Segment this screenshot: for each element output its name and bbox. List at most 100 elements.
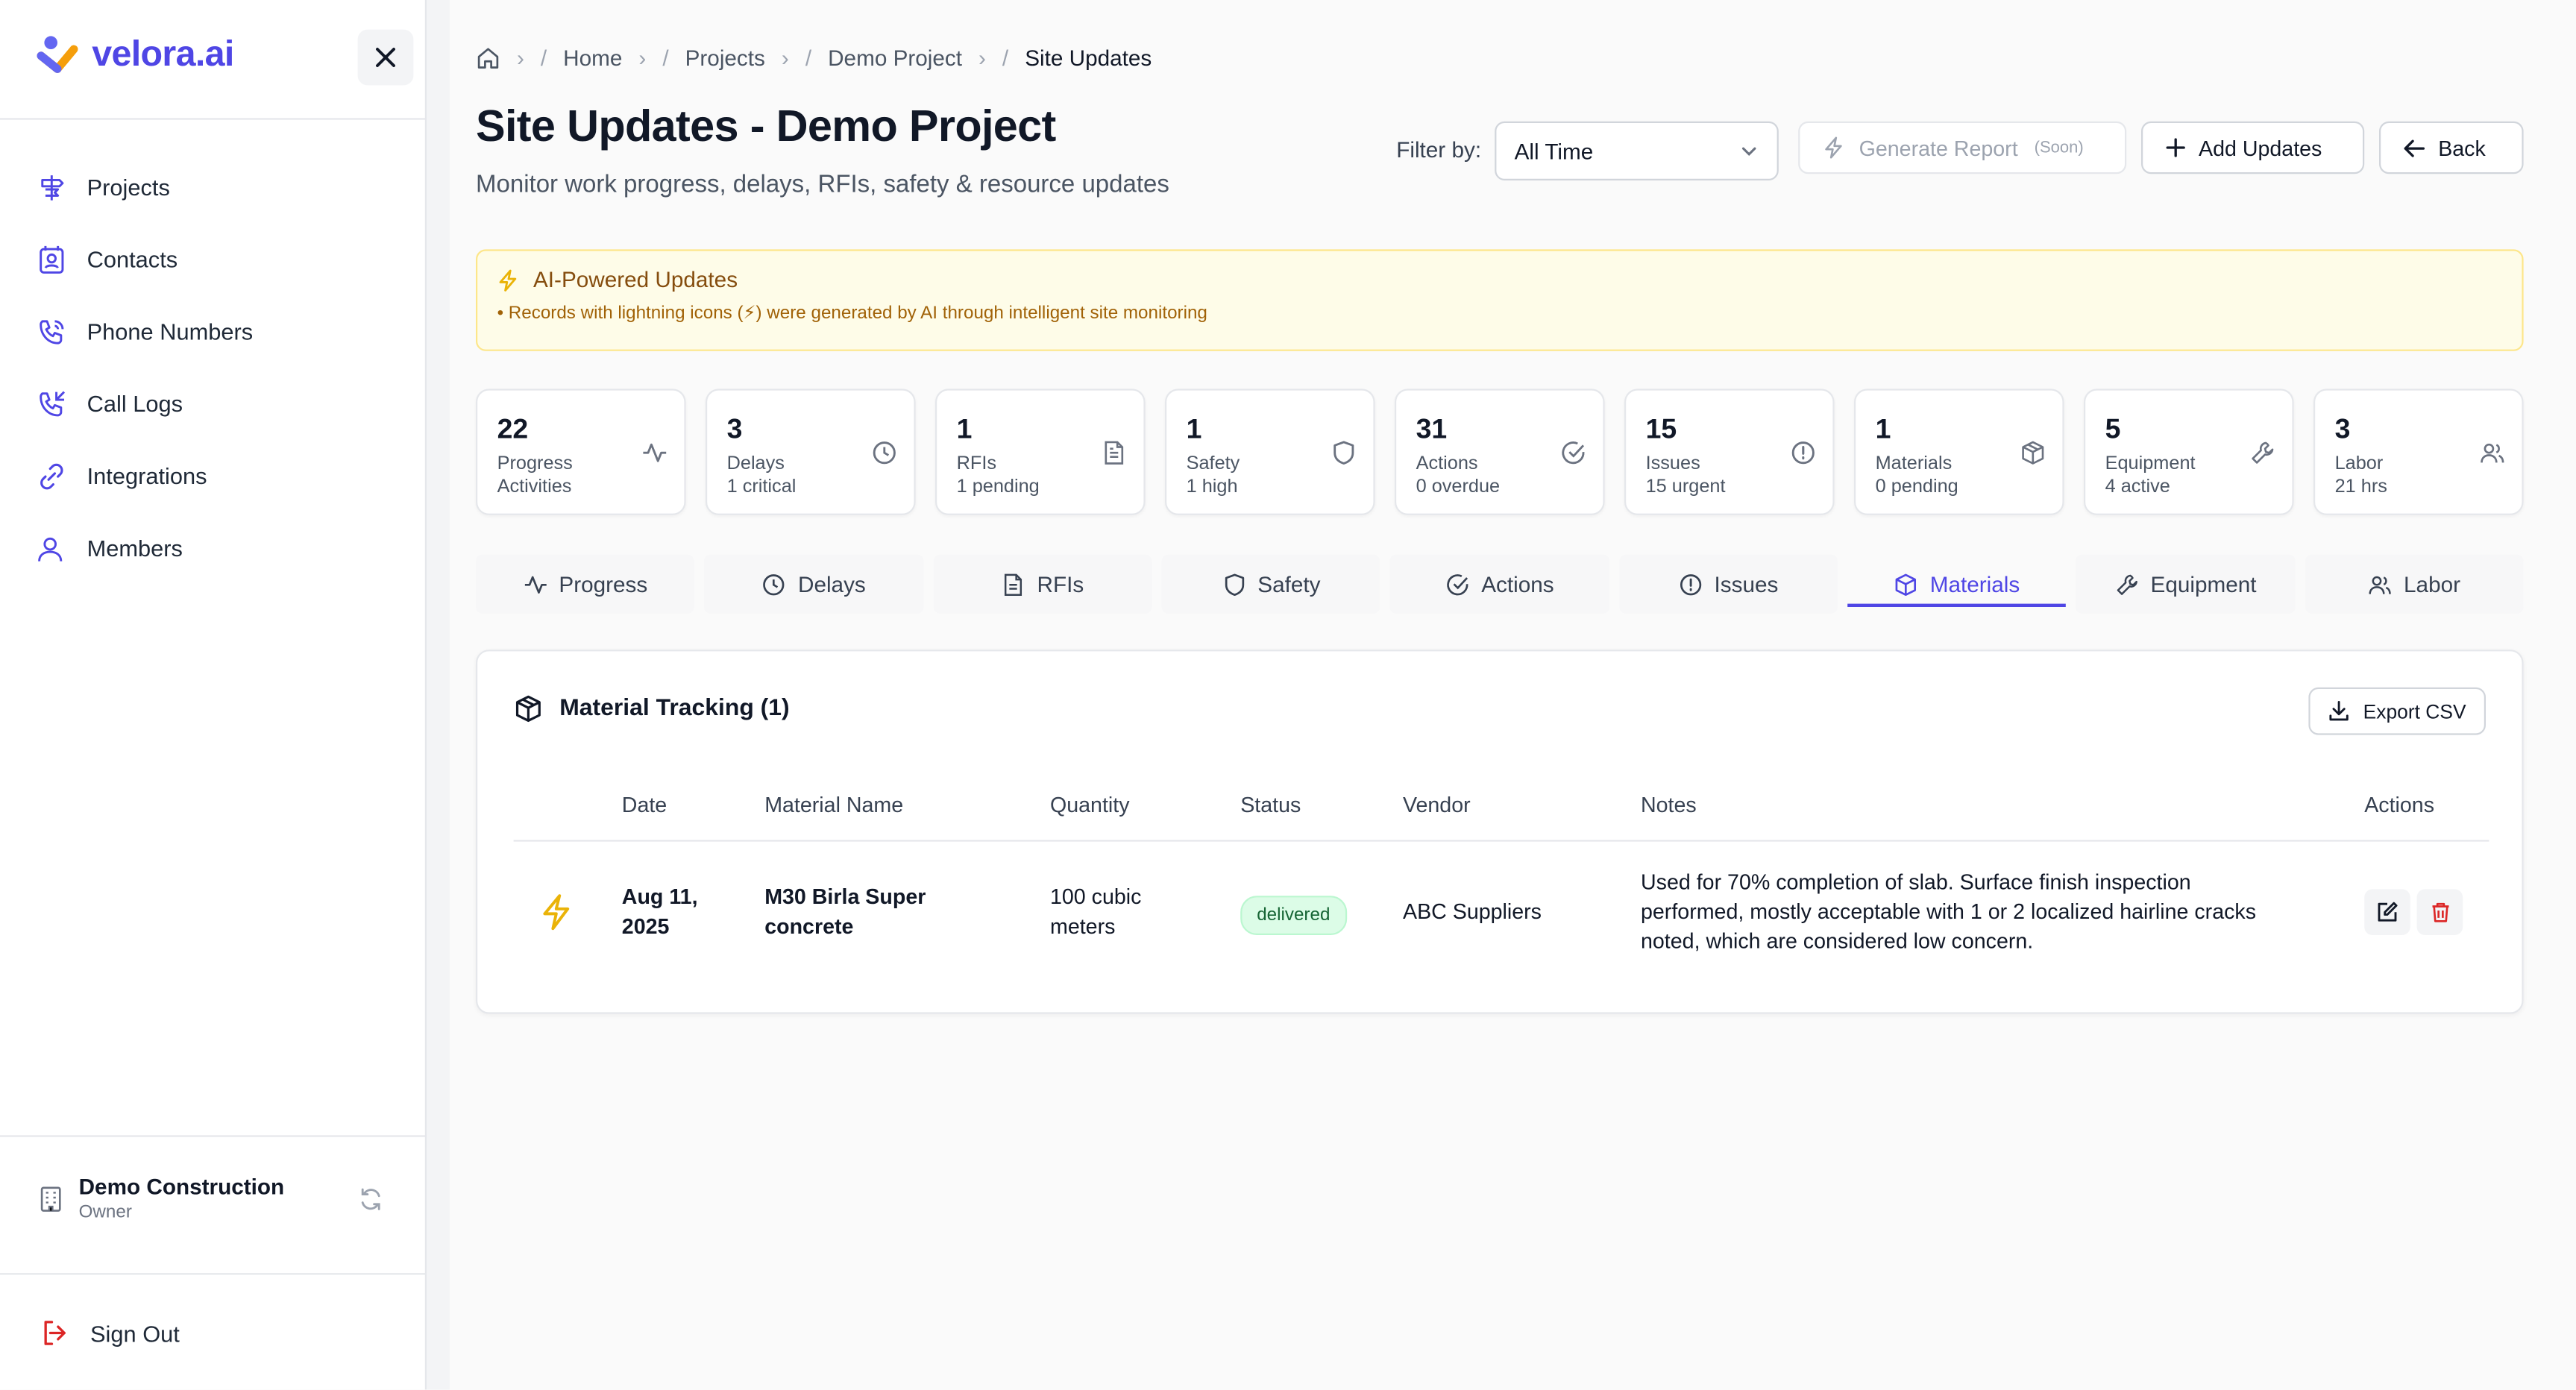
add-updates-button[interactable]: Add Updates [2141,121,2365,174]
column-header-date[interactable]: Date [622,793,667,817]
lightning-icon [499,268,517,291]
sidebar-item-integrations[interactable]: Integrations [36,440,253,512]
close-sidebar-button[interactable] [357,29,414,86]
logout-icon [44,1321,66,1345]
clock-icon [873,441,896,465]
sidebar-item-label: Call Logs [87,390,183,417]
switch-org-button[interactable] [351,1179,391,1218]
back-button[interactable]: Back [2379,121,2524,174]
sidebar-item-phone-numbers[interactable]: Phone Numbers [36,295,253,368]
stat-sub: 1 pending [956,477,1040,497]
tab-delays[interactable]: Delays [704,554,923,614]
ai-banner-note: • Records with lightning icons (⚡) were … [497,304,1207,324]
tab-progress[interactable]: Progress [476,554,695,614]
material-quantity-line: meters [1050,913,1116,939]
check-circle-icon [1446,573,1468,595]
tab-actions[interactable]: Actions [1390,554,1609,614]
stat-label: Actions [1416,454,1478,474]
tab-safety[interactable]: Safety [1161,554,1380,614]
wrench-icon [2117,573,2137,594]
stat-value: 1 [1875,413,1891,445]
sidebar-item-call-logs[interactable]: Call Logs [36,368,253,440]
stat-card-progress[interactable]: 22 Progress Activities [476,389,686,515]
time-filter-select[interactable]: All Time [1495,121,1779,180]
stat-card-delays[interactable]: 3 Delays 1 critical [706,389,916,515]
users-icon [2481,443,2504,463]
stat-card-materials[interactable]: 1 Materials 0 pending [1854,389,2064,515]
tab-label: Delays [797,571,866,597]
column-header-material-name[interactable]: Material Name [764,793,903,817]
stat-label: Progress [497,454,573,474]
export-csv-button[interactable]: Export CSV [2309,687,2486,735]
ai-updates-banner: AI-Powered Updates • Records with lightn… [476,249,2524,351]
shield-icon [1333,441,1354,465]
tab-label: Actions [1481,571,1554,597]
sidebar-item-label: Projects [87,174,170,201]
tab-label: Materials [1929,571,2020,597]
material-notes-line: Used for 70% completion of slab. Surface… [1641,869,2191,894]
sidebar-divider [0,1135,427,1137]
stat-sub: 4 active [2105,477,2170,497]
tab-equipment[interactable]: Equipment [2076,554,2295,614]
table-header: Date Material Name Quantity Status Vendo… [513,793,2489,842]
phone-icon [40,319,64,344]
stat-card-rfis[interactable]: 1 RFIs 1 pending [935,389,1146,515]
org-role: Owner [78,1202,132,1222]
stat-card-safety[interactable]: 1 Safety 1 high [1165,389,1375,515]
tab-labor[interactable]: Labor [2305,554,2524,614]
sidebar-nav: Projects Contacts Phone Numbers Call Log… [36,151,253,584]
delete-button[interactable] [2416,889,2463,935]
table-row[interactable]: Aug 11, 2025 M30 Birla Super concrete 10… [514,843,2489,981]
close-icon [376,48,395,67]
material-quantity: 100 cubic meters [1050,883,1141,942]
tab-label: Issues [1714,571,1779,597]
stat-card-labor[interactable]: 3 Labor 21 hrs [2313,389,2524,515]
sidebar-item-projects[interactable]: Projects [36,151,253,223]
alert-circle-icon [1680,573,1701,595]
stat-card-issues[interactable]: 15 Issues 15 urgent [1624,389,1835,515]
column-header-status[interactable]: Status [1240,793,1301,817]
sidebar-item-contacts[interactable]: Contacts [36,223,253,295]
brand-logo[interactable]: velora.ai [36,33,234,75]
stat-value: 3 [2334,413,2351,445]
column-header-quantity[interactable]: Quantity [1050,793,1130,817]
column-header-notes[interactable]: Notes [1641,793,1697,817]
stat-label: Issues [1645,454,1700,474]
org-switcher[interactable]: Demo Construction Owner [40,1174,391,1222]
tab-label: Safety [1257,571,1321,597]
arrow-left-icon [2404,139,2425,157]
stat-card-actions[interactable]: 31 Actions 0 overdue [1395,389,1605,515]
document-icon [1105,441,1124,465]
breadcrumb-demo-project[interactable]: Demo Project [828,46,962,71]
edit-button[interactable] [2364,889,2410,935]
sidebar: velora.ai Projects Contacts Phone Number… [0,0,427,1390]
contact-icon [40,245,64,273]
material-notes-line: performed, mostly acceptable with 1 or 2… [1641,899,2257,924]
sidebar-item-members[interactable]: Members [36,512,253,584]
material-tracking-panel: Material Tracking (1) Export CSV Date Ma… [476,650,2524,1014]
brand-name: velora.ai [92,33,234,74]
tab-rfis[interactable]: RFIs [933,554,1152,614]
breadcrumb-home[interactable]: Home [563,46,622,71]
sidebar-divider [0,1273,427,1275]
breadcrumb-projects[interactable]: Projects [685,46,765,71]
tab-materials[interactable]: Materials [1847,555,2067,614]
stat-value: 5 [2105,413,2121,445]
stat-label: Materials [1875,454,1953,474]
stat-card-equipment[interactable]: 5 Equipment 4 active [2084,389,2294,515]
breadcrumb-slash: / [662,45,669,71]
filter-label: Filter by: [1396,137,1482,163]
material-status: delivered [1240,896,1347,935]
sign-out-button[interactable]: Sign Out [40,1318,180,1349]
material-name-line: M30 Birla Super [764,884,926,909]
building-icon [40,1186,61,1211]
material-date-line: 2025 [621,913,670,939]
breadcrumb-slash: / [1002,45,1009,71]
column-header-vendor[interactable]: Vendor [1403,793,1471,817]
tab-issues[interactable]: Issues [1618,554,1838,614]
tab-bar: Progress Delays RFIs Safety Actions Issu… [476,554,2524,614]
lightning-icon [1825,136,1842,159]
generate-report-button[interactable]: Generate Report (Soon) [1798,121,2127,174]
ai-banner-title: AI-Powered Updates [533,267,738,292]
home-icon[interactable] [476,46,500,71]
